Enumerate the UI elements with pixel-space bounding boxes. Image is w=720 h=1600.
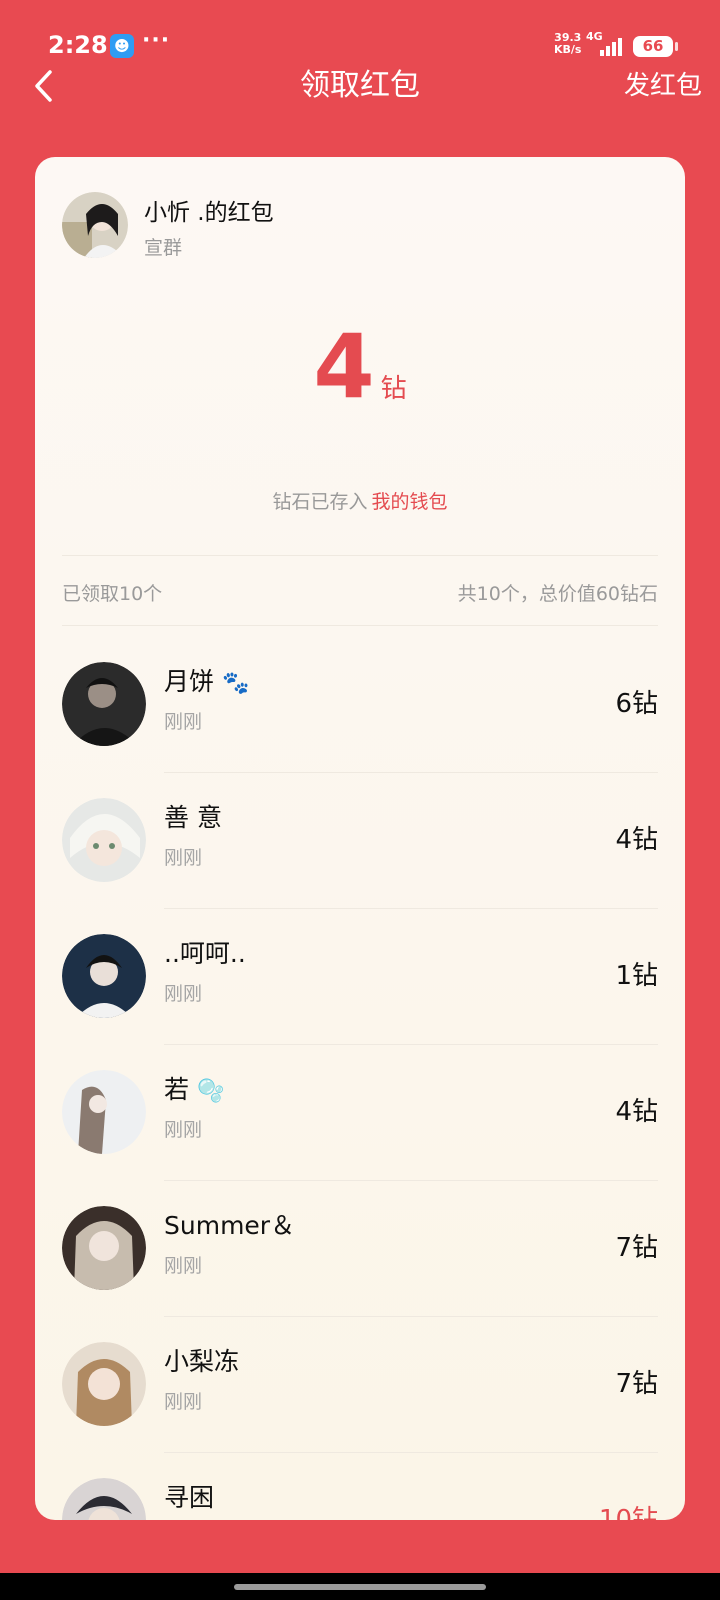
list-item[interactable]: Summer＆ 刚刚 7钻 bbox=[35, 1181, 685, 1317]
sender-name: 小忻 .的红包 bbox=[144, 200, 274, 226]
divider bbox=[62, 625, 658, 626]
notification-app-icon: ☻ bbox=[110, 34, 134, 58]
wallet-notice: 钻石已存入 我的钱包 bbox=[35, 487, 685, 514]
claimer-name: 若 🫧 bbox=[164, 1070, 224, 1106]
claimer-name: 善 意 bbox=[164, 803, 222, 832]
wallet-notice-text: 钻石已存入 bbox=[272, 491, 368, 513]
system-nav-bar bbox=[0, 1573, 720, 1600]
network-speed-unit: KB/s bbox=[554, 43, 582, 56]
received-amount-value: 4 bbox=[313, 315, 375, 418]
avatar[interactable] bbox=[62, 798, 146, 882]
claim-time: 刚刚 bbox=[164, 1391, 203, 1413]
claim-amount: 7钻 bbox=[615, 1233, 658, 1263]
claim-time: 刚刚 bbox=[164, 1119, 203, 1141]
list-item[interactable]: ..呵呵.. 刚刚 1钻 bbox=[35, 909, 685, 1045]
list-item[interactable]: 善 意 刚刚 4钻 bbox=[35, 773, 685, 909]
claimer-name: 寻困 bbox=[164, 1483, 215, 1512]
red-packet-card: 小忻 .的红包 宣群 4钻 钻石已存入 我的钱包 已领取10个 共10个，总价值6… bbox=[35, 157, 685, 1520]
avatar[interactable] bbox=[62, 1070, 146, 1154]
claim-time: 刚刚 bbox=[164, 983, 203, 1005]
signal-icon bbox=[600, 38, 622, 56]
claimer-name: Summer＆ bbox=[164, 1211, 296, 1240]
home-indicator[interactable] bbox=[234, 1584, 486, 1590]
avatar[interactable] bbox=[62, 1206, 146, 1290]
list-item[interactable]: 寻困 10钻 bbox=[35, 1453, 685, 1520]
claimer-name-text: 若 bbox=[164, 1075, 190, 1104]
avatar[interactable] bbox=[62, 1342, 146, 1426]
battery-icon: 66 bbox=[633, 36, 678, 57]
sender-group: 宣群 bbox=[144, 237, 183, 259]
header: 领取红包 发红包 bbox=[0, 66, 720, 146]
claimed-count: 已领取10个 bbox=[62, 583, 163, 605]
paw-emoji-icon: 🐾 bbox=[222, 671, 250, 696]
claimer-name: 小梨冻 bbox=[164, 1347, 240, 1376]
claim-amount: 4钻 bbox=[615, 825, 658, 855]
status-time: 2:28 bbox=[48, 31, 108, 59]
my-wallet-link[interactable]: 我的钱包 bbox=[372, 491, 448, 513]
claim-time: 刚刚 bbox=[164, 711, 203, 733]
avatar[interactable] bbox=[62, 1478, 146, 1520]
list-item[interactable]: 若 🫧 刚刚 4钻 bbox=[35, 1045, 685, 1181]
claim-amount-best: 10钻 bbox=[598, 1505, 658, 1520]
received-amount: 4钻 bbox=[35, 317, 685, 417]
network-speed: 39.3 KB/s bbox=[554, 32, 581, 56]
total-summary: 共10个，总价值60钻石 bbox=[457, 583, 658, 605]
claim-amount: 6钻 bbox=[615, 689, 658, 719]
avatar[interactable] bbox=[62, 662, 146, 746]
page-title: 领取红包 bbox=[300, 68, 420, 103]
status-bar: 2:28 ☻ ··· 39.3 KB/s 4G 66 bbox=[0, 0, 720, 66]
divider bbox=[62, 555, 658, 556]
send-red-packet-button[interactable]: 发红包 bbox=[624, 66, 702, 106]
received-amount-unit: 钻 bbox=[380, 374, 407, 404]
claimer-name: 月饼 🐾 bbox=[164, 662, 249, 698]
bubbles-emoji-icon: 🫧 bbox=[197, 1079, 225, 1104]
claimer-name: ..呵呵.. bbox=[164, 939, 246, 968]
claim-time: 刚刚 bbox=[164, 1255, 203, 1277]
list-item[interactable]: 小梨冻 刚刚 7钻 bbox=[35, 1317, 685, 1453]
sender-avatar[interactable] bbox=[62, 192, 128, 258]
claim-amount: 1钻 bbox=[615, 961, 658, 991]
claim-amount: 7钻 bbox=[615, 1369, 658, 1399]
claim-list: 月饼 🐾 刚刚 6钻 善 意 刚刚 4钻 ..呵呵.. 刚刚 1钻 若 🫧 刚刚… bbox=[35, 637, 685, 1520]
more-notifications-icon: ··· bbox=[142, 28, 171, 53]
list-item[interactable]: 月饼 🐾 刚刚 6钻 bbox=[35, 637, 685, 773]
claimer-name-text: 月饼 bbox=[164, 667, 215, 696]
avatar[interactable] bbox=[62, 934, 146, 1018]
claim-time: 刚刚 bbox=[164, 847, 203, 869]
claim-amount: 4钻 bbox=[615, 1097, 658, 1127]
